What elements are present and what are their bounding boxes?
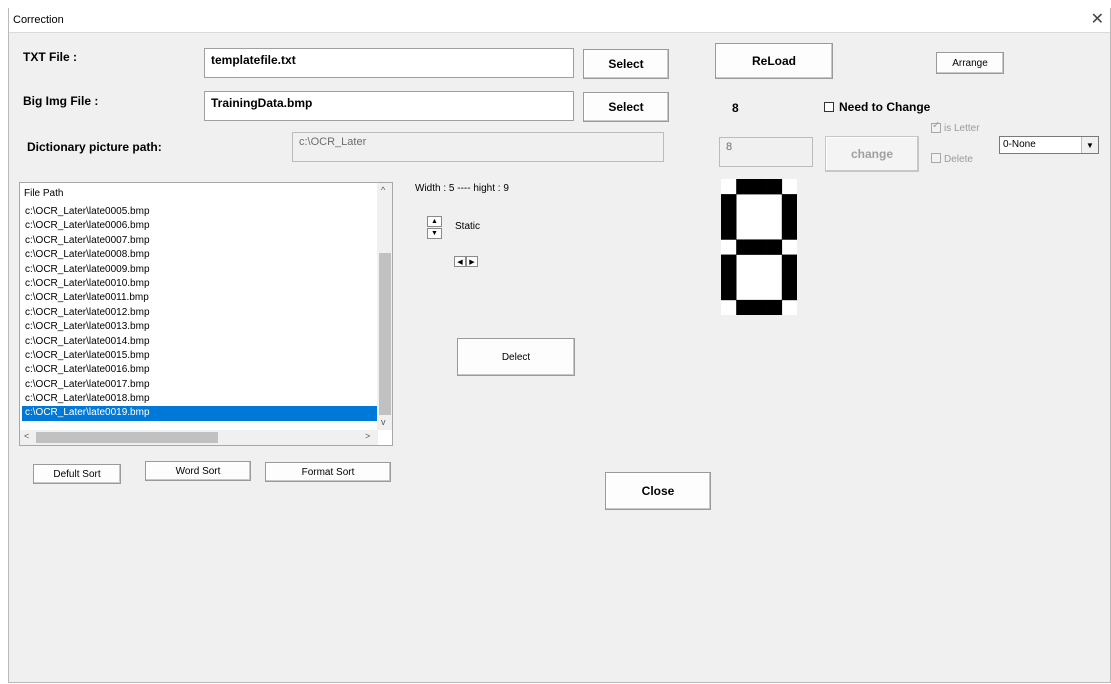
big-img-file-label: Big Img File :: [23, 94, 99, 108]
scroll-right-icon[interactable]: >: [365, 431, 370, 441]
current-char-label: 8: [732, 101, 739, 115]
bitmap-pixel: [751, 239, 767, 255]
bitmap-pixel: [736, 179, 752, 195]
is-letter-checkbox[interactable]: [931, 120, 941, 133]
list-item[interactable]: c:\OCR_Later\late0013.bmp: [22, 320, 378, 334]
delete-label: Delete: [944, 154, 973, 165]
down-arrow-icon[interactable]: ▼: [427, 228, 442, 239]
list-item[interactable]: c:\OCR_Later\late0014.bmp: [22, 335, 378, 349]
close-button[interactable]: Close: [605, 472, 711, 510]
bitmap-pixel: [751, 299, 767, 315]
list-item[interactable]: c:\OCR_Later\late0017.bmp: [22, 378, 378, 392]
left-arrow-icon[interactable]: ◀: [454, 256, 466, 267]
vertical-scroll-thumb[interactable]: [379, 253, 391, 415]
horizontal-scroll-thumb[interactable]: [36, 432, 218, 443]
close-window-icon[interactable]: ✕: [1091, 9, 1104, 29]
scroll-left-icon[interactable]: <: [24, 431, 29, 441]
file-path-listbox[interactable]: File Path c:\OCR_Later\late0005.bmp c:\OC…: [19, 182, 393, 446]
list-item[interactable]: c:\OCR_Later\late0008.bmp: [22, 248, 378, 262]
word-sort-button[interactable]: Word Sort: [145, 461, 251, 481]
scroll-up-icon[interactable]: ^: [381, 185, 385, 195]
bitmap-pixel: [781, 209, 797, 225]
list-item[interactable]: c:\OCR_Later\late0010.bmp: [22, 277, 378, 291]
big-img-select-button[interactable]: Select: [583, 92, 669, 122]
change-button[interactable]: change: [825, 136, 919, 172]
type-combobox[interactable]: 0-None ▼: [999, 136, 1099, 154]
combo-selected-value: 0-None: [1003, 139, 1036, 150]
char-field[interactable]: 8: [719, 137, 813, 167]
bitmap-pixel: [736, 239, 752, 255]
list-item[interactable]: c:\OCR_Later\late0015.bmp: [22, 349, 378, 363]
bitmap-pixel: [721, 209, 737, 225]
list-items: c:\OCR_Later\late0005.bmp c:\OCR_Later\la…: [22, 205, 378, 421]
title-bar: Correction ✕: [9, 8, 1110, 33]
list-item[interactable]: c:\OCR_Later\late0006.bmp: [22, 219, 378, 233]
dictionary-path-label: Dictionary picture path:: [27, 140, 162, 154]
format-sort-button[interactable]: Format Sort: [265, 462, 391, 482]
list-item[interactable]: c:\OCR_Later\late0019.bmp: [22, 406, 378, 421]
correction-window: Correction ✕ TXT File : templatefile.txt…: [8, 8, 1111, 683]
static-label: Static: [455, 221, 481, 232]
bitmap-pixel: [781, 269, 797, 286]
bitmap-pixel: [781, 284, 797, 301]
size-info: Width : 5 ---- hight : 9: [415, 183, 509, 194]
bitmap-pixel: [781, 224, 797, 240]
list-item[interactable]: c:\OCR_Later\late0005.bmp: [22, 205, 378, 219]
list-header: File Path: [24, 188, 64, 199]
right-arrow-icon[interactable]: ▶: [466, 256, 478, 267]
character-bitmap-preview: [721, 179, 797, 315]
bitmap-pixel: [766, 299, 783, 315]
default-sort-button[interactable]: Defult Sort: [33, 464, 121, 484]
list-item[interactable]: c:\OCR_Later\late0018.bmp: [22, 392, 378, 406]
up-arrow-icon[interactable]: ▲: [427, 216, 442, 227]
txt-select-button[interactable]: Select: [583, 49, 669, 79]
delete-checkbox[interactable]: [931, 153, 941, 163]
list-item[interactable]: c:\OCR_Later\late0009.bmp: [22, 263, 378, 277]
bitmap-pixel: [781, 194, 797, 210]
need-to-change-checkbox[interactable]: [824, 102, 834, 112]
list-item[interactable]: c:\OCR_Later\late0011.bmp: [22, 291, 378, 305]
chevron-down-icon[interactable]: ▼: [1081, 137, 1098, 153]
scroll-down-icon[interactable]: v: [381, 417, 386, 427]
bitmap-pixel: [721, 269, 737, 286]
dictionary-path-input[interactable]: c:\OCR_Later: [292, 132, 664, 162]
list-item[interactable]: c:\OCR_Later\late0016.bmp: [22, 363, 378, 377]
bitmap-pixel: [766, 179, 783, 195]
window-title: Correction: [13, 14, 64, 26]
horizontal-scrollbar[interactable]: < >: [20, 430, 378, 445]
need-to-change-label: Need to Change: [839, 100, 931, 114]
vertical-scrollbar[interactable]: ^ v: [377, 183, 392, 430]
arrange-button[interactable]: Arrange: [936, 52, 1004, 74]
txt-file-input[interactable]: templatefile.txt: [204, 48, 574, 78]
list-item[interactable]: c:\OCR_Later\late0012.bmp: [22, 306, 378, 320]
bitmap-pixel: [751, 179, 767, 195]
big-img-file-input[interactable]: TrainingData.bmp: [204, 91, 574, 121]
txt-file-label: TXT File :: [23, 50, 77, 64]
bitmap-pixel: [736, 299, 752, 315]
bitmap-pixel: [766, 239, 783, 255]
is-letter-label: is Letter: [944, 123, 980, 134]
reload-button[interactable]: ReLoad: [715, 43, 833, 79]
bitmap-pixel: [721, 254, 737, 270]
bitmap-pixel: [721, 194, 737, 210]
list-item[interactable]: c:\OCR_Later\late0007.bmp: [22, 234, 378, 248]
bitmap-pixel: [781, 254, 797, 270]
bitmap-pixel: [721, 224, 737, 240]
bitmap-pixel: [721, 284, 737, 301]
detect-button[interactable]: Delect: [457, 338, 575, 376]
